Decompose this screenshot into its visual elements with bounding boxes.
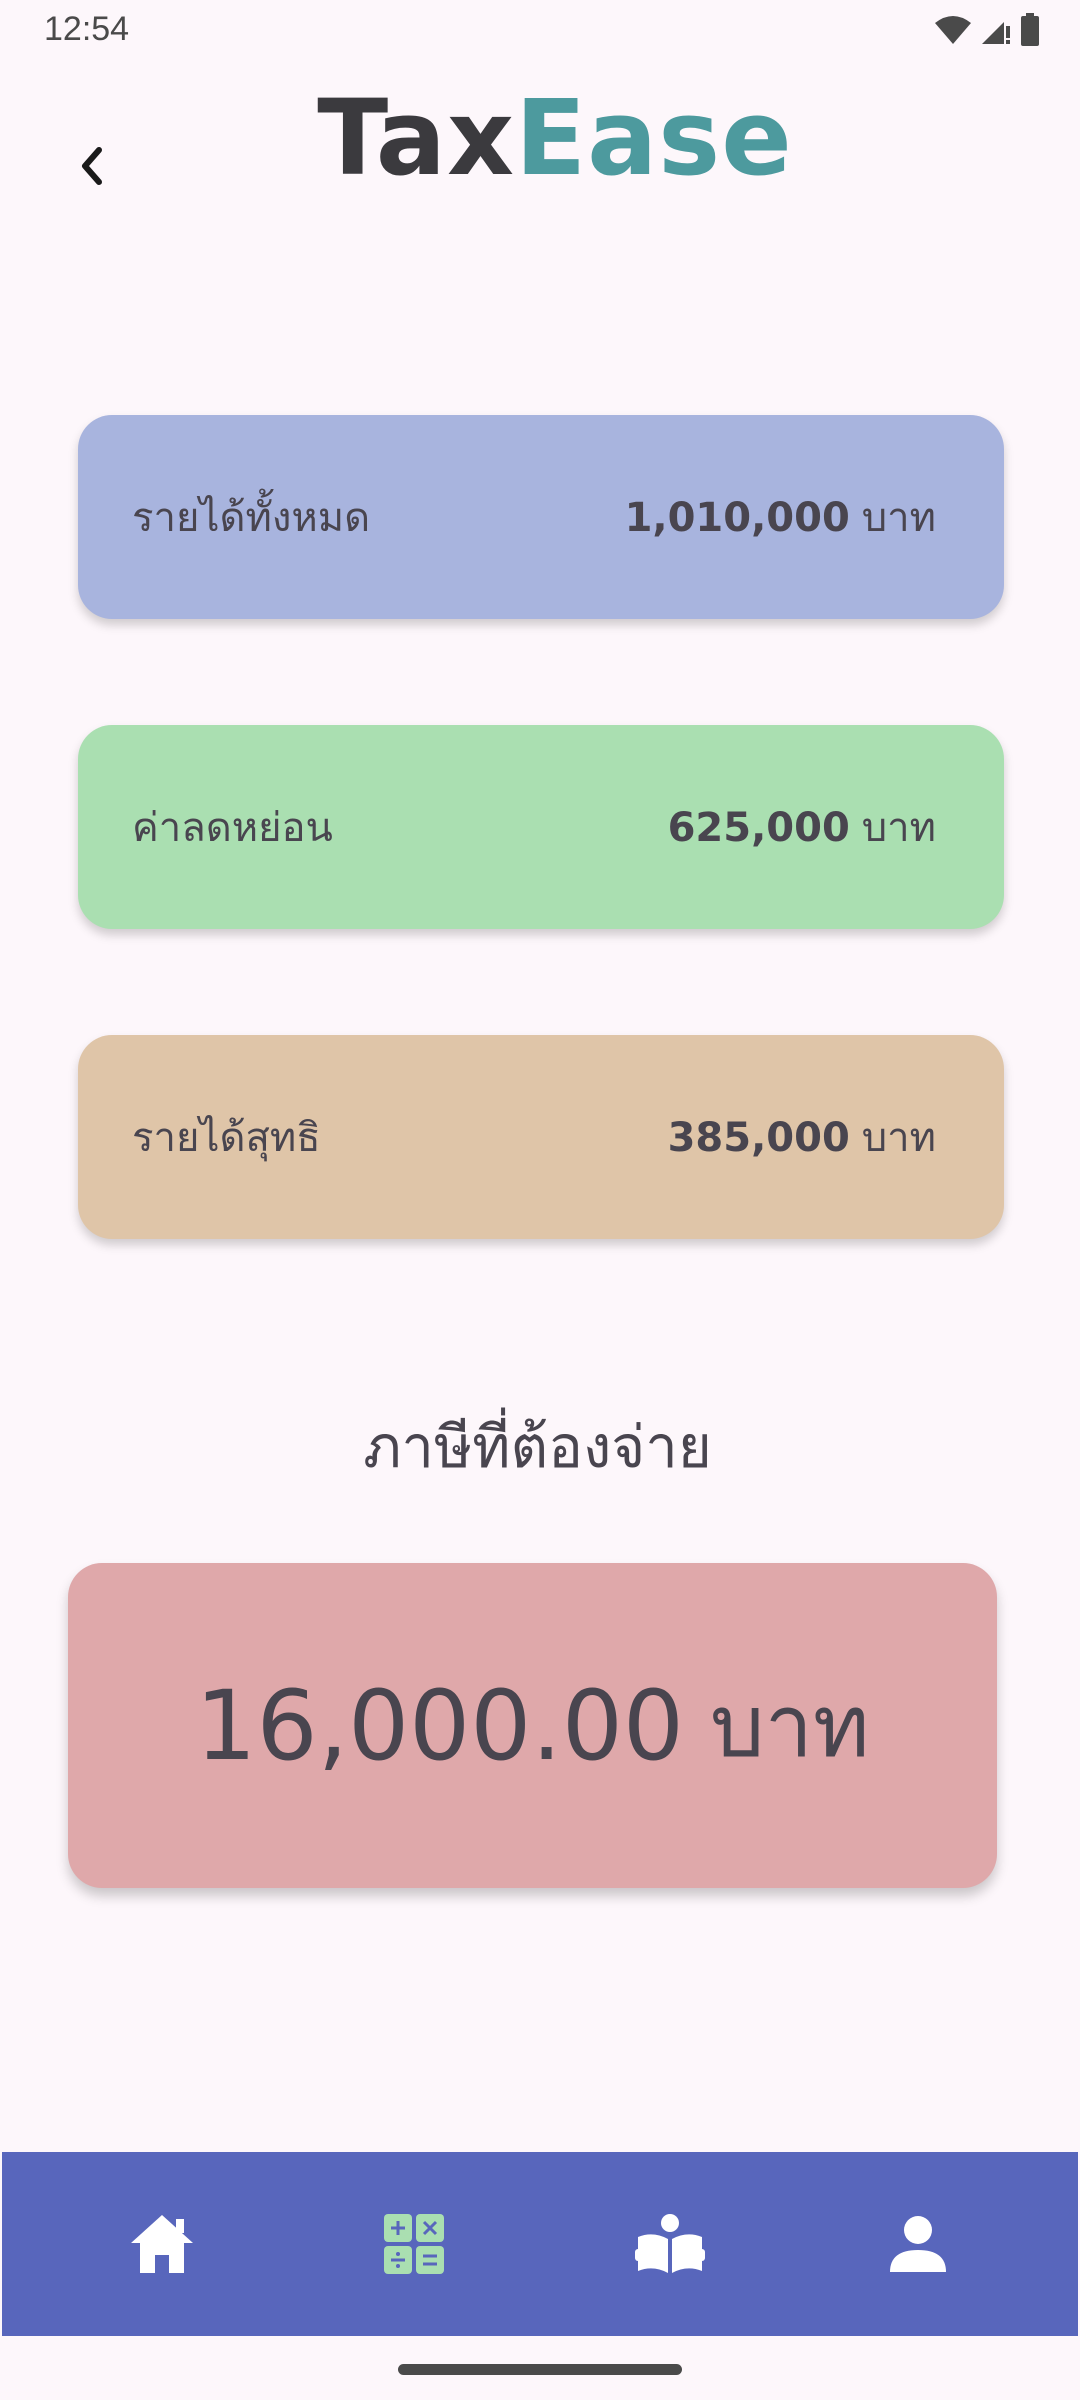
nav-home[interactable] <box>102 2152 222 2336</box>
deduction-card: ค่าลดหย่อน 625,000 บาท <box>78 725 1004 929</box>
net-income-card: รายได้สุทธิ 385,000 บาท <box>78 1035 1004 1239</box>
total-income-label: รายได้ทั้งหมด <box>132 495 371 541</box>
nav-calculator[interactable] <box>354 2152 474 2336</box>
gesture-bar[interactable] <box>398 2364 682 2375</box>
cell-signal-icon <box>982 22 1010 44</box>
net-income-value: 385,000 <box>667 1115 850 1161</box>
book-reader-icon <box>635 2214 705 2273</box>
tax-due-unit: บาท <box>710 1677 870 1777</box>
status-bar: 12:54 <box>0 0 1080 60</box>
nav-learn[interactable] <box>610 2152 730 2336</box>
deduction-value: 625,000 <box>667 805 850 851</box>
wifi-icon <box>935 16 971 44</box>
net-income-label: รายได้สุทธิ <box>132 1115 321 1161</box>
app-title: TaxEase <box>0 86 1080 190</box>
profile-icon <box>890 2216 946 2272</box>
deduction-label: ค่าลดหย่อน <box>132 805 333 851</box>
deduction-amount: 625,000 บาท <box>668 795 936 859</box>
deduction-unit: บาท <box>861 805 936 851</box>
bottom-nav <box>2 2152 1078 2336</box>
total-income-card: รายได้ทั้งหมด 1,010,000 บาท <box>78 415 1004 619</box>
app-title-ease: Ease <box>515 77 793 199</box>
tax-due-label: ภาษีที่ต้องจ่าย <box>363 1413 712 1481</box>
home-icon <box>131 2215 193 2273</box>
calculator-icon <box>384 2214 444 2274</box>
app-title-tax: Tax <box>317 77 516 199</box>
total-income-amount: 1,010,000 บาท <box>625 485 936 549</box>
nav-profile[interactable] <box>858 2152 978 2336</box>
tax-due-card: 16,000.00 บาท <box>68 1563 997 1888</box>
net-income-unit: บาท <box>861 1115 936 1161</box>
status-icons <box>934 12 1040 48</box>
total-income-unit: บาท <box>861 495 936 541</box>
total-income-value: 1,010,000 <box>624 495 850 541</box>
battery-icon <box>1021 13 1039 46</box>
status-time: 12:54 <box>44 10 130 48</box>
net-income-amount: 385,000 บาท <box>668 1105 936 1169</box>
tax-due-amount: 16,000.00 <box>195 1669 684 1782</box>
